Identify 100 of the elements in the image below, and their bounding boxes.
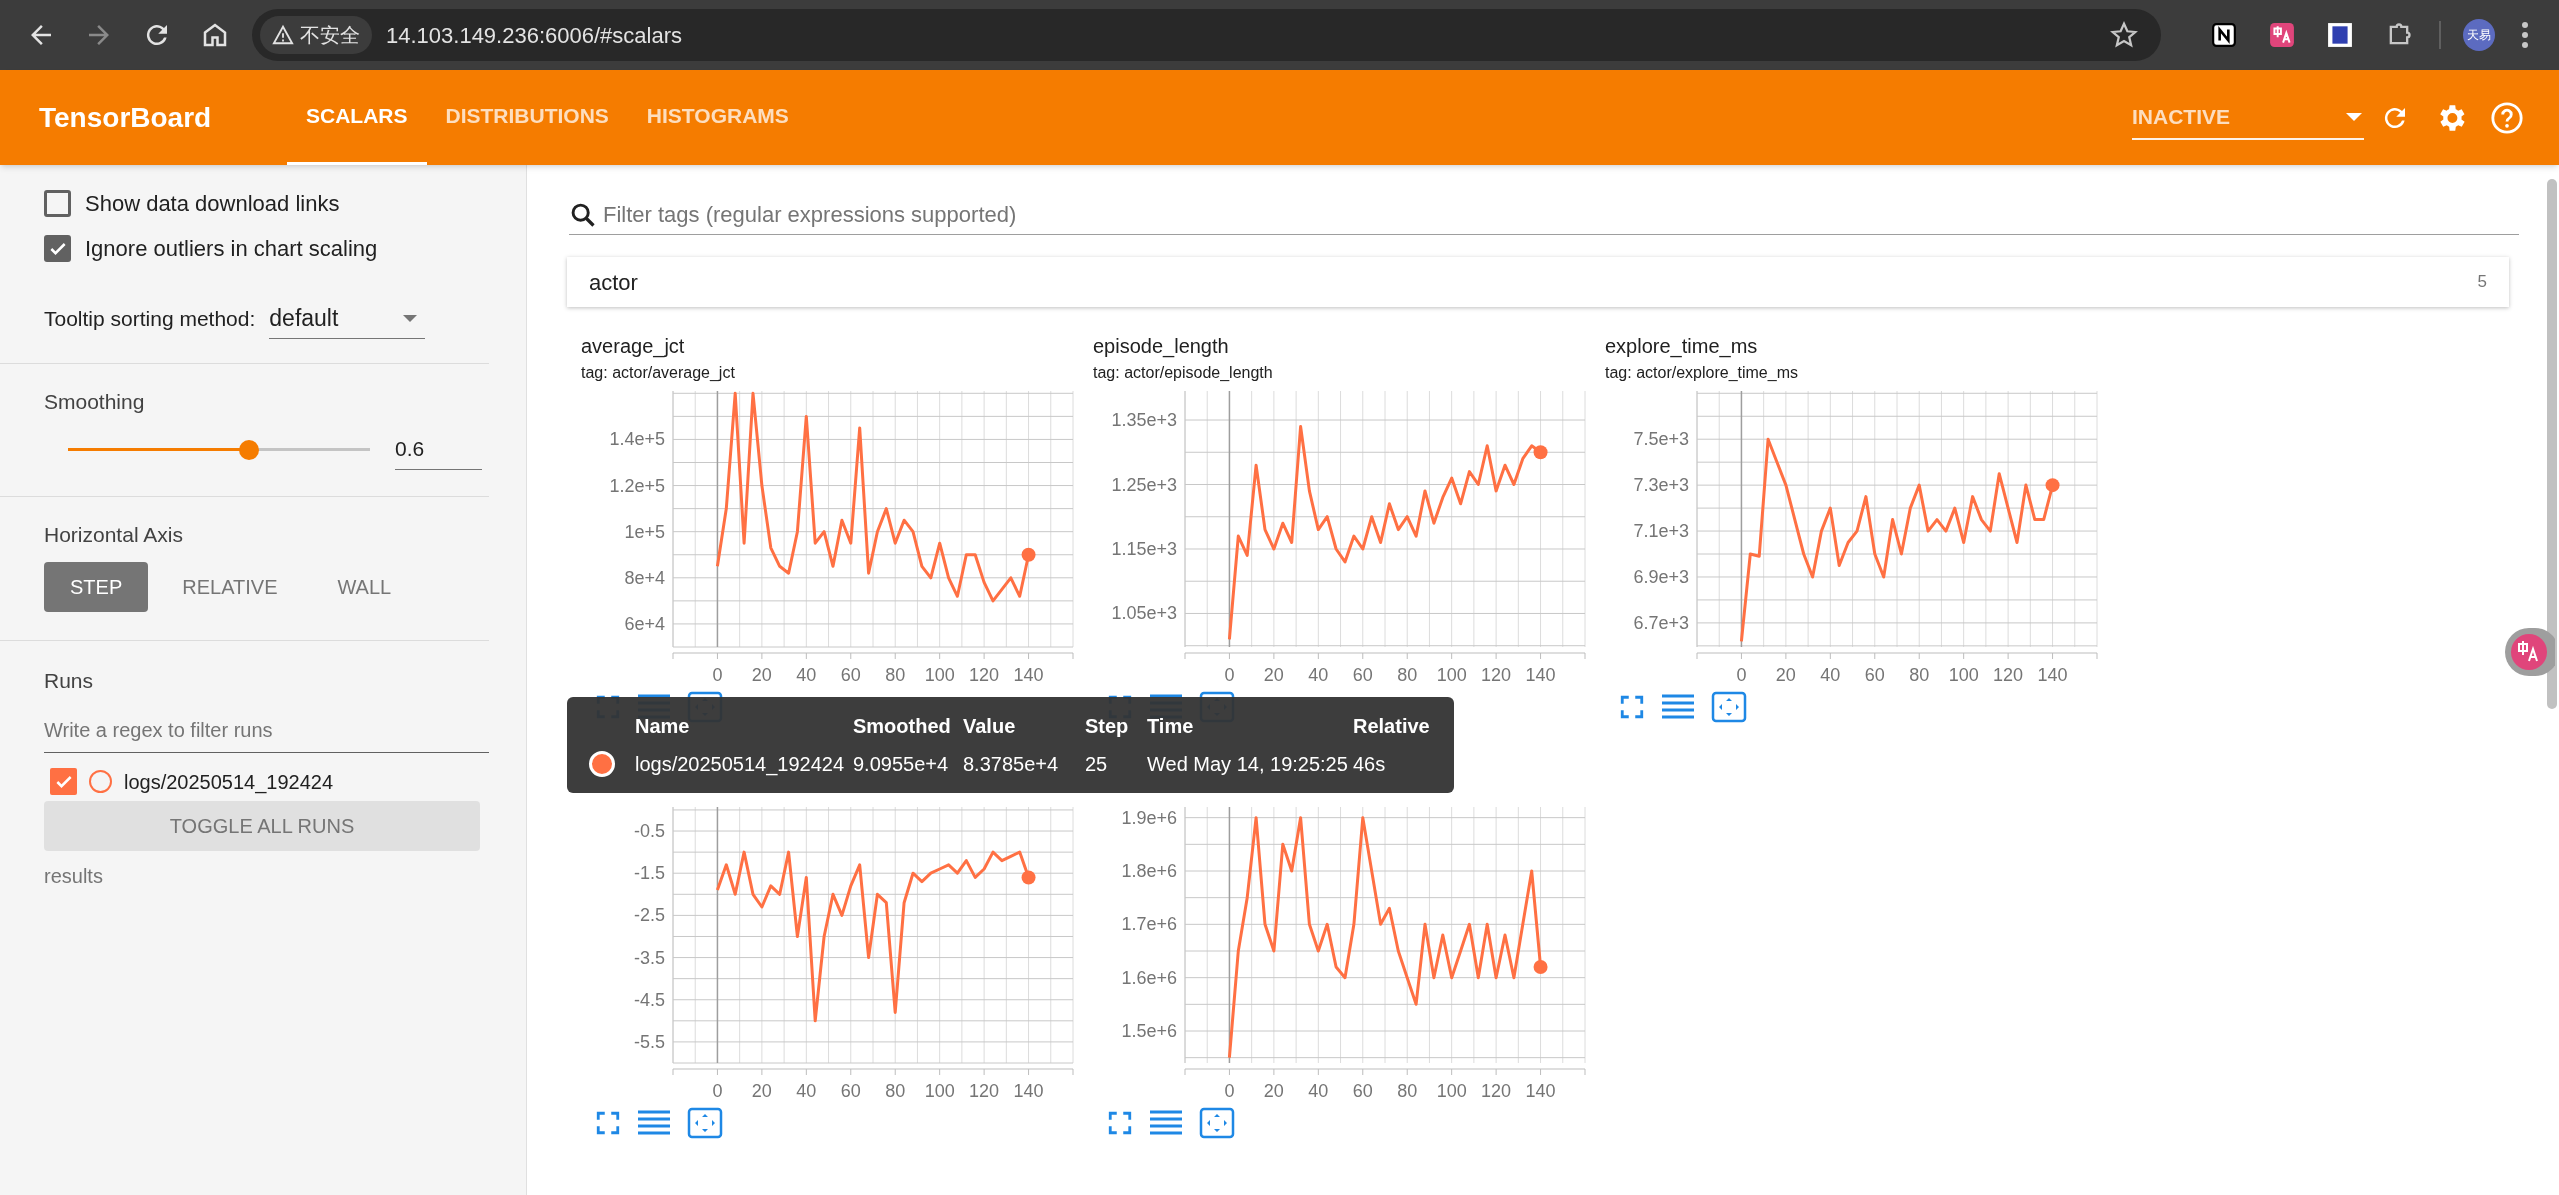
axis-tick-label: 120 [1993, 665, 2024, 685]
axis-option-button[interactable]: RELATIVE [156, 562, 304, 612]
data-point-marker [1021, 547, 1036, 562]
axis-tick-label: 80 [1397, 1081, 1418, 1101]
list-icon[interactable] [637, 1109, 671, 1137]
tooltip-sorting-label: Tooltip sorting method: [44, 306, 256, 333]
chart-tag: tag: actor/episode_length [1093, 361, 1603, 385]
axis-tick-label: 6.7e+3 [1633, 612, 1689, 633]
axis-tick-label: 100 [1436, 1081, 1467, 1101]
smoothing-slider[interactable] [68, 439, 371, 460]
dropdown-caret-icon [403, 315, 418, 322]
checkbox[interactable] [44, 235, 71, 262]
data-point-marker [1533, 960, 1548, 974]
axis-tick-label: 140 [2037, 665, 2068, 685]
axis-option-button[interactable]: WALL [311, 562, 418, 612]
tooltip-sorting-dropdown[interactable]: default [269, 299, 426, 339]
axis-tick-label: 60 [840, 665, 861, 685]
star-icon[interactable] [2109, 20, 2139, 50]
checkbox-label: Show data download links [85, 190, 340, 218]
axis-tick-label: 1.9e+6 [1121, 807, 1177, 828]
data-point-marker [1533, 445, 1548, 460]
extension-icon[interactable] [2211, 22, 2237, 48]
axis-tick-label: -4.5 [633, 989, 665, 1010]
security-chip[interactable]: 不安全 [260, 16, 372, 54]
smoothing-value-field[interactable]: 0.6 [395, 429, 482, 470]
more-vertical-icon[interactable] [2521, 21, 2529, 49]
axis-tick-label: 40 [1308, 665, 1329, 685]
dropdown-caret-icon [2346, 112, 2362, 121]
run-checkbox[interactable] [50, 768, 77, 795]
profile-avatar[interactable]: 天易 [2463, 19, 2495, 51]
fullscreen-icon[interactable] [1107, 1110, 1133, 1136]
axis-tick-label: 120 [969, 665, 1000, 685]
address-bar[interactable]: 不安全 14.103.149.236:6006/#scalars [252, 9, 2161, 61]
security-label: 不安全 [300, 23, 360, 48]
axis-option-button[interactable]: STEP [44, 562, 149, 612]
axis-tick-label: 1.2e+5 [609, 475, 665, 496]
category-name: actor [589, 268, 638, 297]
scrollbar-thumb[interactable] [2547, 179, 2557, 709]
slider-thumb[interactable] [239, 439, 260, 460]
axis-tick-label: 60 [1352, 665, 1373, 685]
axis-tick-label: 7.5e+3 [1633, 429, 1689, 450]
axis-tick-label: 140 [1525, 665, 1556, 685]
toggle-all-runs-button[interactable]: TOGGLE ALL RUNS [44, 800, 480, 851]
fullscreen-icon[interactable] [595, 1110, 621, 1136]
category-header[interactable]: actor 5 [567, 257, 2509, 307]
fit-domain-icon[interactable] [1711, 691, 1747, 723]
list-icon[interactable] [1661, 693, 1695, 721]
axis-tick-label: 1.6e+6 [1121, 967, 1177, 988]
help-icon[interactable] [2490, 100, 2524, 135]
floating-translate-icon[interactable] [2505, 628, 2555, 676]
translate-extension-icon[interactable] [2269, 22, 2295, 48]
axis-tick-label: 40 [796, 1081, 817, 1101]
axis-tick-label: 60 [1864, 665, 1885, 685]
axis-tick-label: 1.05e+3 [1111, 603, 1177, 624]
axis-tick-label: 60 [1352, 1081, 1373, 1101]
tooltip-cell-text: 9.0955e+4 [853, 752, 950, 777]
axis-tick-label: 40 [1308, 1081, 1329, 1101]
fit-domain-icon[interactable] [687, 1107, 723, 1139]
tooltip-column-header: Step [1085, 714, 1130, 739]
chart-title: explore_time_ms [1605, 334, 1759, 360]
axis-tick-label: 100 [924, 1081, 955, 1101]
tooltip-cell-text: 8.3785e+4 [963, 752, 1060, 777]
tooltip-cell-text: logs/20250514_192424 [635, 752, 846, 778]
tooltip-column-header: Smoothed [853, 714, 952, 739]
chart-tag: tag: actor/average_jct [581, 361, 1091, 385]
axis-tick-label: -5.5 [633, 1031, 665, 1052]
runs-label: Runs [44, 668, 95, 694]
list-icon[interactable] [1149, 1109, 1183, 1137]
axis-tick-label: 120 [1481, 665, 1512, 685]
run-name: logs/20250514_192424 [124, 769, 334, 796]
axis-tick-label: 1.8e+6 [1121, 861, 1177, 881]
checkbox-label: Ignore outliers in chart scaling [85, 235, 378, 263]
axis-tick-label: 0 [1736, 665, 1747, 685]
axis-tick-label: 1.15e+3 [1111, 539, 1177, 559]
axis-tick-label: 40 [796, 665, 817, 685]
axis-tick-label: 20 [751, 665, 772, 685]
axis-tick-label: 80 [1397, 665, 1418, 685]
fit-domain-icon[interactable] [1199, 1107, 1235, 1139]
axis-tick-label: -1.5 [633, 863, 665, 884]
axis-tick-label: 100 [1948, 665, 1979, 685]
tag-filter-field[interactable]: Filter tags (regular expressions supported) [603, 195, 2519, 234]
axis-tick-label: 7.3e+3 [1633, 475, 1689, 496]
tooltip-cell-text: 25 [1085, 752, 1109, 777]
run-filter-field[interactable]: Write a regex to filter runs [44, 708, 489, 753]
document-extension-icon[interactable] [2327, 22, 2353, 48]
axis-tick-label: 1.5e+6 [1121, 1021, 1177, 1041]
checkbox[interactable] [44, 190, 71, 217]
axis-tick-label: 1.7e+6 [1121, 914, 1177, 935]
axis-tick-label: 140 [1013, 665, 1044, 685]
fullscreen-icon[interactable] [1619, 694, 1645, 720]
axis-tick-label: 140 [1013, 1081, 1044, 1101]
axis-tick-label: 120 [1481, 1081, 1512, 1101]
axis-tick-label: 1.35e+3 [1111, 410, 1177, 430]
axis-tick-label: 40 [1820, 665, 1841, 685]
run-selector-value: INACTIVE [2132, 103, 2230, 130]
axis-tick-label: 1.25e+3 [1111, 474, 1177, 495]
data-point-marker [1021, 870, 1036, 885]
axis-tick-label: -3.5 [633, 947, 665, 968]
axis-tick-label: 6e+4 [624, 613, 665, 634]
axis-tick-label: 80 [885, 665, 906, 685]
